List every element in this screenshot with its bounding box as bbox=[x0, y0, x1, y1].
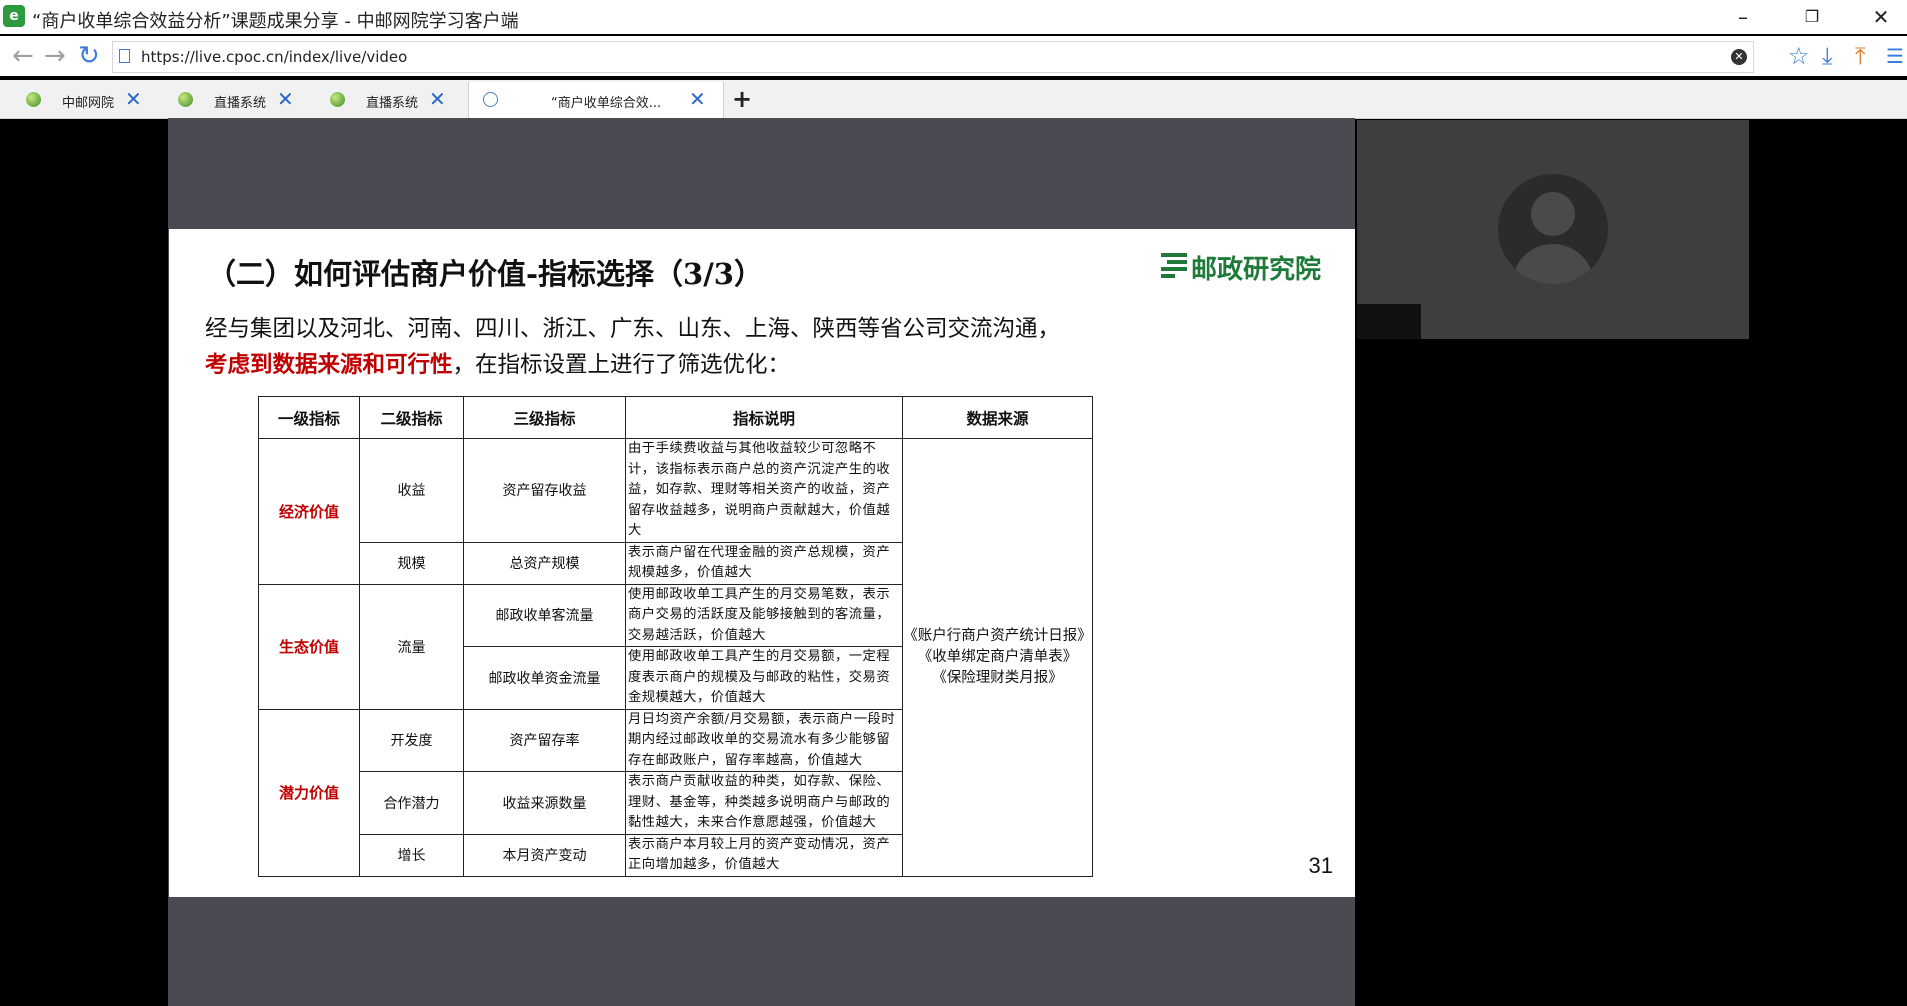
level2-cell: 收益 bbox=[359, 438, 464, 543]
globe-icon bbox=[483, 92, 498, 107]
forward-button[interactable]: → bbox=[44, 42, 66, 70]
source-item: 《收单绑定商户清单表》 bbox=[917, 648, 1078, 665]
description-cell: 使用邮政收单工具产生的月交易额，一定程度表示商户的规模及与邮政的粘性，交易资金规… bbox=[625, 646, 903, 710]
tab-close-icon[interactable]: ✕ bbox=[689, 88, 706, 110]
video-player[interactable]: （二）如何评估商户价值-指标选择（3/3） 邮政研究院 经与集团以及河北、河南、… bbox=[168, 118, 1355, 1006]
presenter-camera[interactable] bbox=[1357, 120, 1749, 339]
level3-cell: 资产留存率 bbox=[463, 708, 626, 772]
table-header-row: 一级指标 二级指标 三级指标 指标说明 数据来源 bbox=[258, 396, 1093, 439]
source-item: 《保险理财类月报》 bbox=[932, 669, 1063, 686]
tab-label: “商户收单综合效... bbox=[551, 96, 662, 111]
tab-label: 直播系统 bbox=[214, 96, 267, 111]
description-cell: 表示商户贡献收益的种类，如存款、保险、理财、基金等，种类越多说明商户与邮政的黏性… bbox=[625, 771, 903, 835]
back-button[interactable]: ← bbox=[12, 42, 34, 70]
tab-live-system-2[interactable]: 直播系统 ✕ bbox=[316, 82, 456, 118]
level3-cell: 总资产规模 bbox=[463, 541, 626, 585]
description-cell: 表示商户留在代理金融的资产总规模，资产规模越多，价值越大 bbox=[625, 541, 903, 585]
header-description: 指标说明 bbox=[625, 396, 903, 439]
restore-button[interactable]: ❐ bbox=[1785, 0, 1839, 34]
postal-logo-icon bbox=[1161, 253, 1187, 278]
tab-live-system-1[interactable]: 直播系统 ✕ bbox=[164, 82, 304, 118]
window-titlebar: e “商户收单综合效益分析”课题成果分享 - 中邮网院学习客户端 – ❐ ✕ bbox=[0, 0, 1907, 34]
tab-close-icon[interactable]: ✕ bbox=[277, 88, 294, 110]
table-row: 经济价值 收益 资产留存收益 由于手续费收益与其他收益较少可忽略不计，该指标表示… bbox=[258, 438, 1093, 877]
description-cell: 表示商户本月较上月的资产变动情况，资产正向增加越多，价值越大 bbox=[625, 833, 903, 877]
intro-rest: ，在指标设置上进行了筛选优化： bbox=[452, 352, 791, 378]
level2-cell: 流量 bbox=[359, 583, 464, 710]
slide-page-number: 31 bbox=[1308, 853, 1333, 878]
tab-close-icon[interactable]: ✕ bbox=[429, 88, 446, 110]
share-icon[interactable]: ⤒ bbox=[1855, 41, 1866, 71]
site-favicon-icon bbox=[330, 92, 345, 107]
header-level2: 二级指标 bbox=[359, 396, 464, 439]
avatar-placeholder-icon bbox=[1498, 174, 1608, 284]
new-tab-button[interactable]: + bbox=[732, 86, 752, 112]
source-item: 《账户行商户资产统计日报》 bbox=[903, 627, 1092, 644]
tab-label: 中邮网院 bbox=[62, 96, 115, 111]
description-cell: 月日均资产余额/月交易额，表示商户一段时期内经过邮政收单的交易流水有多少能够留存… bbox=[625, 708, 903, 772]
group-economic-value: 经济价值 bbox=[258, 438, 360, 585]
level3-cell: 资产留存收益 bbox=[463, 438, 626, 543]
header-level3: 三级指标 bbox=[463, 396, 626, 439]
intro-text: 经与集团以及河北、河南、四川、浙江、广东、山东、上海、陕西等省公司交流沟通， 考… bbox=[205, 311, 1060, 383]
logo-text: 邮政研究院 bbox=[1191, 255, 1322, 285]
indicator-table: 一级指标 二级指标 三级指标 指标说明 数据来源 经济价值 收益 资产留存收益 … bbox=[258, 396, 1093, 877]
tab-label: 直播系统 bbox=[366, 96, 419, 111]
postal-research-logo: 邮政研究院 bbox=[1161, 249, 1333, 285]
level2-cell: 开发度 bbox=[359, 708, 464, 772]
close-window-button[interactable]: ✕ bbox=[1854, 0, 1907, 34]
level3-cell: 收益来源数量 bbox=[463, 771, 626, 835]
url-text[interactable]: https://live.cpoc.cn/index/live/video bbox=[141, 48, 407, 66]
window-title: “商户收单综合效益分析”课题成果分享 - 中邮网院学习客户端 bbox=[32, 11, 519, 32]
header-data-source: 数据来源 bbox=[902, 396, 1093, 439]
tab-zhongyouwangyuan[interactable]: 中邮网院 ✕ bbox=[12, 82, 152, 118]
slide-title: （二）如何评估商户价值-指标选择（3/3） bbox=[207, 257, 763, 291]
tab-active-video[interactable]: “商户收单综合效... ✕ bbox=[468, 82, 724, 118]
level3-cell: 本月资产变动 bbox=[463, 833, 626, 877]
level3-cell: 邮政收单资金流量 bbox=[463, 646, 626, 710]
site-favicon-icon bbox=[26, 92, 41, 107]
level2-cell: 规模 bbox=[359, 541, 464, 585]
menu-icon[interactable]: ☰ bbox=[1886, 41, 1904, 71]
header-level1: 一级指标 bbox=[258, 396, 360, 439]
group-potential-value: 潜力价值 bbox=[258, 708, 360, 877]
app-logo-icon: e bbox=[3, 5, 25, 27]
intro-highlight: 考虑到数据来源和可行性 bbox=[205, 352, 453, 378]
camera-label-strip bbox=[1357, 304, 1421, 339]
site-favicon-icon bbox=[178, 92, 193, 107]
presentation-slide: （二）如何评估商户价值-指标选择（3/3） 邮政研究院 经与集团以及河北、河南、… bbox=[169, 229, 1355, 897]
data-source-cell: 《账户行商户资产统计日报》 《收单绑定商户清单表》 《保险理财类月报》 bbox=[902, 438, 1093, 877]
page-icon bbox=[119, 49, 130, 63]
intro-line-2: 考虑到数据来源和可行性，在指标设置上进行了筛选优化： bbox=[205, 347, 1060, 383]
clear-url-button[interactable]: ✕ bbox=[1731, 49, 1747, 65]
description-cell: 由于手续费收益与其他收益较少可忽略不计，该指标表示商户总的资产沉淀产生的收益，如… bbox=[625, 438, 903, 543]
favorite-icon[interactable]: ☆ bbox=[1788, 41, 1810, 71]
description-cell: 使用邮政收单工具产生的月交易笔数，表示商户交易的活跃度及能够接触到的客流量，交易… bbox=[625, 583, 903, 647]
level3-cell: 邮政收单客流量 bbox=[463, 583, 626, 647]
tab-bar: 中邮网院 ✕ 直播系统 ✕ 直播系统 ✕ “商户收单综合效... ✕ + bbox=[0, 80, 1907, 119]
group-ecological-value: 生态价值 bbox=[258, 583, 360, 710]
level2-cell: 合作潜力 bbox=[359, 771, 464, 835]
intro-line-1: 经与集团以及河北、河南、四川、浙江、广东、山东、上海、陕西等省公司交流沟通， bbox=[205, 316, 1061, 342]
address-bar: ← → ↻ https://live.cpoc.cn/index/live/vi… bbox=[0, 36, 1907, 76]
tab-close-icon[interactable]: ✕ bbox=[125, 88, 142, 110]
level2-cell: 增长 bbox=[359, 833, 464, 877]
url-input[interactable]: https://live.cpoc.cn/index/live/video ✕ bbox=[112, 41, 1754, 73]
reload-button[interactable]: ↻ bbox=[78, 42, 100, 70]
download-icon[interactable]: ⤓ bbox=[1822, 41, 1833, 71]
minimize-button[interactable]: – bbox=[1716, 0, 1770, 34]
